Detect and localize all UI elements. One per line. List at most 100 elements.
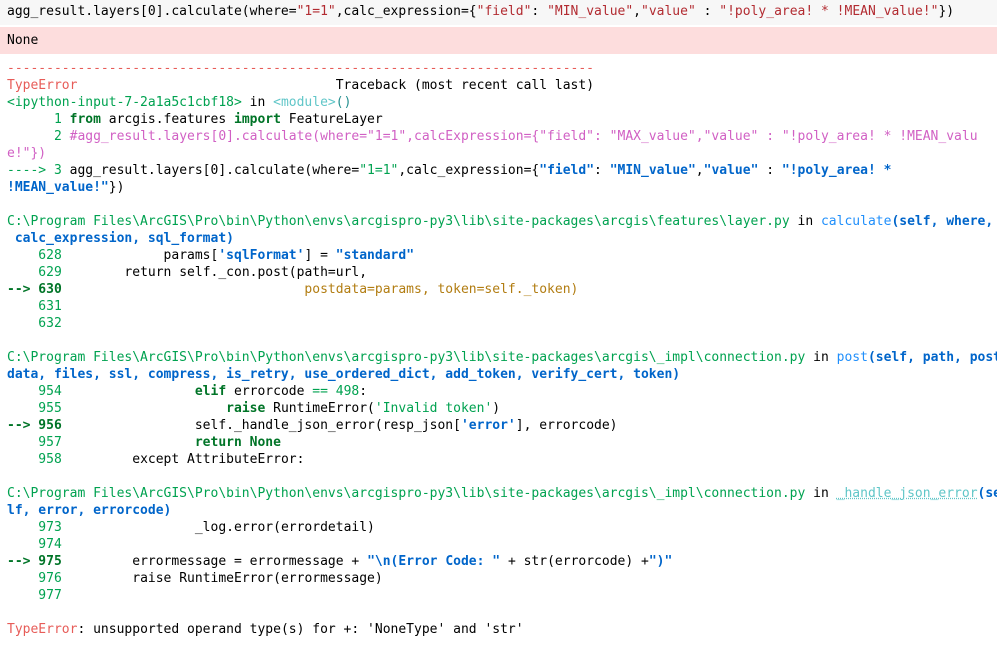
frame-file: <ipython-input-7-2a1a5c1cbf18> (7, 95, 242, 110)
code-text: ], errorcode) (515, 418, 618, 433)
frame-args-wrap: data, files, ssl, compress, is_retry, us… (7, 367, 681, 382)
code-text: ,calc_expression={ (398, 163, 540, 178)
keyword: except (132, 452, 180, 467)
code-string: "!poly_area! * (781, 163, 892, 178)
frame-args: () (335, 95, 352, 110)
code-string: 'error' (460, 418, 516, 433)
code-text: : (594, 163, 610, 178)
frame-location: <ipython-input-7-2a1a5c1cbf18> in <modul… (7, 94, 351, 111)
code-text: ] = (304, 248, 336, 263)
code-text: RuntimeError( (265, 401, 375, 416)
code-text: self._con.post(path=url, (171, 265, 368, 280)
source-line-wrap: !MEAN_value!"}) (7, 179, 124, 196)
code-text: params[ (61, 248, 219, 263)
code-text: agg_result.layers[0].calculate(where= (69, 163, 360, 178)
frame-args: (se (977, 486, 997, 501)
source-line: 628 params['sqlFormat'] = "standard" (7, 247, 414, 264)
frame-args: (self, where, (891, 214, 994, 229)
keyword: raise (132, 571, 172, 586)
code-text: FeatureLayer (280, 112, 383, 127)
line-number: 954 (7, 384, 62, 399)
line-number: 632 (7, 316, 62, 331)
code-string: 'sqlFormat' (218, 248, 305, 263)
error-name: TypeError (7, 78, 78, 93)
error-name: TypeError (7, 622, 78, 637)
code-string: "field" (539, 163, 595, 178)
frame-func: _handle_json_error (836, 486, 978, 501)
code-comment: #agg_result.layers[0].calculate(where="1… (69, 129, 978, 144)
code-string: "value" (703, 163, 759, 178)
source-line: 957 return None (7, 434, 281, 451)
current-line-arrow: --> 630 (7, 282, 62, 297)
line-number: 955 (7, 401, 62, 416)
traceback-header: TypeError Traceback (most recent call la… (7, 77, 594, 94)
frame-args-wrap: lf, error, errorcode) (7, 503, 172, 518)
frame-func: post (836, 350, 868, 365)
line-number: 631 (7, 299, 62, 314)
line-number: 976 (7, 571, 62, 586)
source-line: 973 _log.error(errordetail) (7, 519, 375, 536)
source-line: 976 raise RuntimeError(errormessage) (7, 570, 383, 587)
frame-func: <module> (273, 95, 336, 110)
line-number: 977 (7, 588, 62, 603)
keyword: from (69, 112, 101, 127)
number-literal: 498 (327, 384, 360, 399)
line-number: 973 (7, 520, 62, 535)
traceback-output: ----------------------------------------… (0, 0, 997, 651)
line-number: 974 (7, 537, 62, 552)
current-line-arrow: --> 956 (7, 418, 62, 433)
code-text: self._handle_json_error(resp_json[ (61, 418, 461, 433)
frame-in: in (789, 214, 821, 229)
current-line-arrow: ----> 3 (7, 163, 70, 178)
code-string: ")" (648, 554, 673, 569)
code-text: arcgis.features (100, 112, 234, 127)
frame-args-wrap: calc_expression, sql_format) (7, 231, 234, 246)
code-text: errormessage = errormessage + (132, 554, 368, 569)
frame-in: in (805, 486, 837, 501)
traceback-separator: ----------------------------------------… (7, 61, 594, 76)
keyword: return (194, 435, 242, 450)
source-line-current: ----> 3 agg_result.layers[0].calculate(w… (7, 162, 891, 179)
code-string: "MIN_value" (609, 163, 696, 178)
code-text: , (695, 163, 704, 178)
code-text: : (359, 384, 368, 399)
source-line-current: --> 975 errormessage = errormessage + "\… (7, 553, 672, 570)
code-string: 'Invalid token' (374, 401, 493, 416)
code-text: _log.error(errordetail) (194, 520, 375, 535)
frame-in: in (805, 350, 837, 365)
code-text: RuntimeError(errormessage) (171, 571, 383, 586)
source-line: 958 except AttributeError: (7, 451, 304, 468)
code-text: errorcode (226, 384, 313, 399)
code-text: }) (108, 180, 125, 195)
keyword: None (241, 435, 281, 450)
frame-in: in (241, 95, 274, 110)
source-line: 2 #agg_result.layers[0].calculate(where=… (7, 128, 978, 145)
keyword: raise (226, 401, 266, 416)
source-line-wrap: e!"}) (7, 146, 47, 161)
source-line: 629 return self._con.post(path=url, (7, 264, 367, 281)
source-line-current: --> 956 self._handle_json_error(resp_jso… (7, 417, 618, 434)
current-line-arrow: --> 975 (7, 554, 62, 569)
frame-location: C:\Program Files\ArcGIS\Pro\bin\Python\e… (7, 349, 997, 366)
line-number: 629 (7, 265, 62, 280)
code-text: ) (492, 401, 501, 416)
source-line: 1 from arcgis.features import FeatureLay… (7, 111, 383, 128)
code-text: + str(errorcode) + (500, 554, 649, 569)
frame-args: (self, path, post (867, 350, 997, 365)
keyword: elif (194, 384, 227, 399)
code-text: : (758, 163, 782, 178)
frame-func: calculate (820, 214, 892, 229)
error-message: : unsupported operand type(s) for +: 'No… (77, 622, 524, 637)
keyword: import (234, 112, 281, 127)
keyword: return (124, 265, 172, 280)
operator: == (312, 384, 328, 399)
frame-file: C:\Program Files\ArcGIS\Pro\bin\Python\e… (7, 350, 806, 365)
code-string: "1=1" (359, 163, 399, 178)
code-string: !MEAN_value!" (7, 180, 109, 195)
traceback-title: Traceback (most recent call last) (335, 78, 595, 93)
